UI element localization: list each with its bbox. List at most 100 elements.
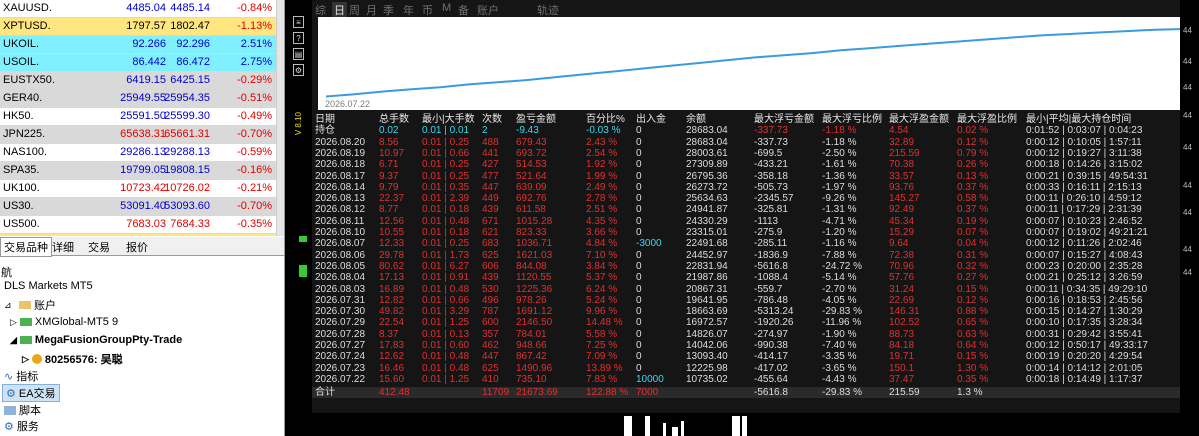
tree-broker[interactable]: DLS Markets MT5 [4, 280, 93, 292]
tab-2[interactable]: 交易 [86, 239, 112, 255]
period-tab-1[interactable]: 日 [332, 2, 347, 18]
tree-account-2-label: MegaFusionGroupPty-Trade [34, 334, 183, 346]
quote-row[interactable]: GER40. 25949.55 25954.35 -0.51% [0, 90, 276, 108]
tab-0[interactable]: 交易品种 [0, 237, 52, 257]
tab-1[interactable]: 详细 [50, 239, 76, 255]
quote-row[interactable]: XPTUSD. 1797.57 1802.47 -1.13% [0, 18, 276, 36]
period-tab-6[interactable]: 币 [422, 2, 433, 18]
price-axis: 44 44 44 44 44 44 44 44 44 [1180, 0, 1199, 436]
cell-6: 0 [636, 249, 642, 261]
axis-label: 44 [1183, 83, 1192, 92]
tree-account-1[interactable]: ▷ XMGlobal-MT5 9 [10, 316, 118, 328]
tree-indicators[interactable]: ∿ 指标 [4, 368, 38, 384]
quote-change: -0.35% [237, 218, 272, 230]
period-tab-0[interactable]: 综 [315, 2, 326, 18]
tree-scripts[interactable]: 脚本 [4, 402, 41, 418]
quote-row[interactable]: EUSTX50. 6419.15 6425.15 -0.29% [0, 72, 276, 90]
cell-10: 215.59 [889, 387, 920, 399]
help-icon[interactable]: ? [293, 32, 304, 44]
cell-6: 0 [636, 181, 642, 193]
period-tab-4[interactable]: 季 [383, 2, 394, 18]
cell-12: 0:00:33 | 0:16:11 | 2:15:13 [1026, 181, 1142, 193]
cell-9: -24.72 % [822, 260, 863, 272]
cell-5: 4.35 % [586, 215, 618, 227]
cell-8: -337.73 [754, 125, 788, 137]
candle [681, 421, 684, 436]
cell-2: 0.01 | 0.13 [422, 328, 470, 340]
table-row: 2026.08.20 8.56 0.01 | 0.25 488 679.43 2.43 %… [312, 137, 1198, 148]
menu-icon[interactable]: ≡ [293, 16, 304, 28]
cell-2: 0.01 | 0.66 [422, 294, 470, 306]
quote-row[interactable]: NAS100. 29286.13 29288.13 -0.59% [0, 144, 276, 162]
quote-row[interactable]: HK50. 25591.50 25599.30 -0.49% [0, 108, 276, 126]
cell-0: 2026.08.12 [315, 204, 366, 216]
tree-account-2[interactable]: ◢ MegaFusionGroupPty-Trade [10, 334, 182, 346]
quote-row[interactable]: JPN225. 65638.31 65661.31 -0.70% [0, 126, 276, 144]
tree-services[interactable]: ⚙ 服务 [4, 418, 39, 434]
period-tab-5[interactable]: 年 [403, 2, 414, 18]
quote-ask: 6425.15 [170, 74, 210, 86]
quote-change: -0.16% [237, 164, 272, 176]
cell-5: 1.92 % [586, 159, 618, 171]
period-tab-10[interactable]: 轨迹 [537, 2, 559, 18]
quote-row[interactable]: US500. 7683.03 7684.33 -0.35% [0, 216, 276, 234]
period-tab-3[interactable]: 月 [366, 2, 377, 18]
cell-4: 1120.55 [516, 272, 552, 284]
cell-2: 0.01 | 0.48 [422, 351, 470, 363]
period-tab-8[interactable]: 备 [458, 2, 469, 18]
quote-row[interactable]: US30. 53091.40 53093.60 -0.70% [0, 198, 276, 216]
quote-row[interactable]: UK100. 10723.42 10726.02 -0.21% [0, 180, 276, 198]
tab-3[interactable]: 报价 [124, 239, 150, 255]
cell-1: 29.78 [379, 249, 405, 261]
cell-5: 14.48 % [586, 317, 623, 329]
cell-7: 14826.07 [686, 328, 728, 340]
cell-10: 215.59 [889, 147, 920, 159]
cell-8: -5616.8 [754, 260, 788, 272]
collapse-icon[interactable]: ⊿ [4, 300, 16, 310]
quote-row[interactable]: XAUUSD. 4485.04 4485.14 -0.84% [0, 0, 276, 18]
quote-change: 2.75% [240, 56, 272, 68]
cell-3: 496 [482, 294, 499, 306]
quote-row[interactable]: SPA35. 19799.05 19808.15 -0.16% [0, 162, 276, 180]
cell-5: -0.03 % [586, 125, 621, 137]
period-tab-7[interactable]: M [442, 2, 451, 14]
cell-0: 日期 [315, 114, 335, 125]
cell-4: 679.43 [516, 136, 547, 148]
cell-0: 2026.08.06 [315, 249, 366, 261]
cell-0: 2026.08.19 [315, 147, 366, 159]
quote-ask: 25954.35 [164, 92, 210, 104]
period-tab-9[interactable]: 账户 [477, 2, 499, 18]
expand-icon[interactable]: ▷ [22, 354, 29, 365]
tree-accounts[interactable]: ⊿ 账户 [4, 297, 56, 313]
expand-icon[interactable]: ▷ [10, 317, 17, 328]
indicator-icon: ∿ [4, 370, 14, 383]
table-row: 2026.07.22 15.60 0.01 | 1.25 410 735.10 7.83 … [312, 374, 1198, 385]
quote-row[interactable]: USOIL. 86.442 86.472 2.75% [0, 54, 276, 72]
cell-2: 0.01 | 0.25 [422, 159, 470, 171]
cell-5: 3.66 % [586, 227, 618, 238]
cell-2: 0.01 | 0.18 [422, 227, 470, 238]
script-icon [4, 405, 16, 415]
cell-1: 22.54 [379, 317, 405, 329]
cell-1: 17.83 [379, 340, 405, 351]
tree-ea[interactable]: ⚙ EA交易 [2, 384, 60, 402]
settings-icon[interactable]: ⚙ [293, 64, 304, 76]
cell-9: -1.20 % [822, 227, 857, 238]
cell-3: 447 [482, 351, 499, 363]
period-tab-2[interactable]: 周 [349, 2, 360, 18]
cell-5: 7.25 % [586, 340, 618, 351]
quote-row[interactable] [0, 234, 276, 236]
collapse-icon[interactable]: ◢ [10, 335, 17, 346]
stats-panel: 综日周月季年币 M 备账户 轨迹 2026.07.22 日期 总手数 最小|大手数 次数 盈亏… [312, 0, 1198, 413]
tree-account-user[interactable]: ▷ 80256576: 吴聪 [22, 351, 123, 367]
cell-8: -1088.4 [754, 272, 788, 284]
cell-8: -559.7 [754, 283, 783, 295]
candle [645, 416, 650, 436]
chart-area: ≡ ? ▤ ⚙ V 8.10 综日周月季年币 M 备账户 轨迹 2026.07.22 … [285, 0, 1199, 436]
cell-10: 22.69 [889, 294, 915, 306]
cell-9: -1.90 % [822, 328, 857, 340]
quote-row[interactable]: UKOIL. 92.266 92.296 2.51% [0, 36, 276, 54]
cell-10: 4.54 [889, 125, 909, 137]
market-watch-scrollbar[interactable] [276, 0, 284, 236]
panel-icon[interactable]: ▤ [293, 48, 304, 60]
